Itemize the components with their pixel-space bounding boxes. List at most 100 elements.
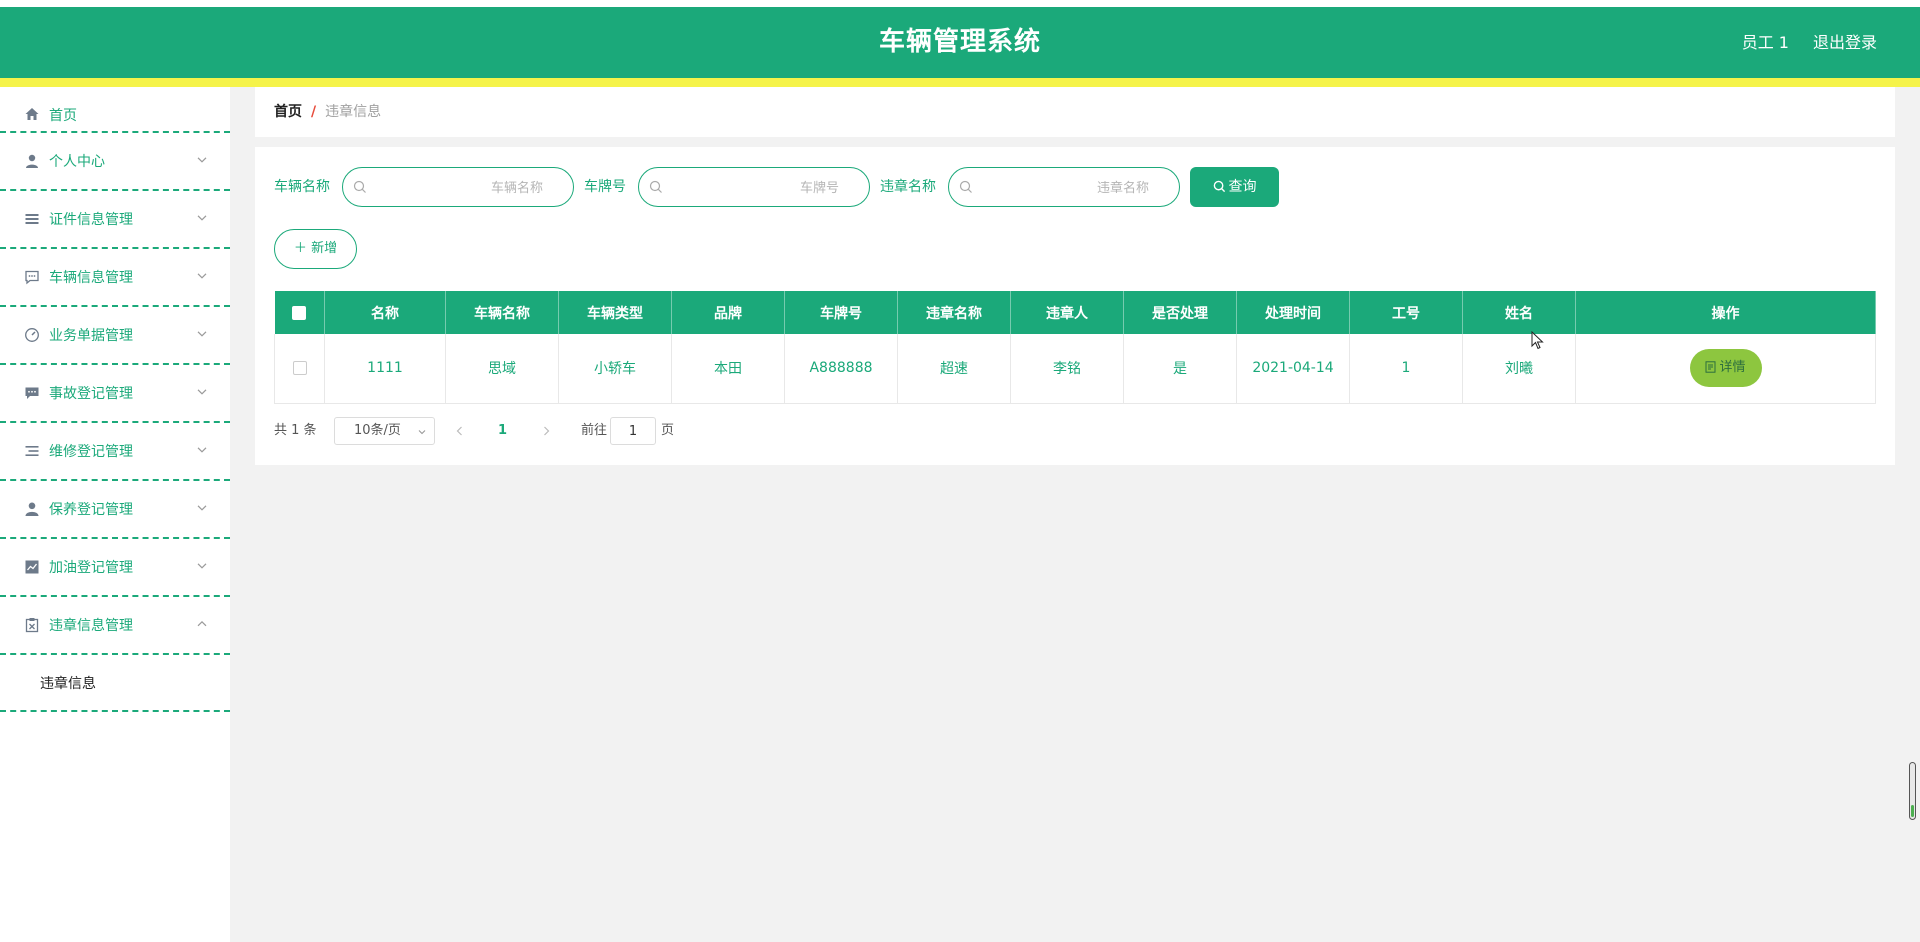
cell-job-no: 1: [1349, 334, 1463, 404]
prev-page-icon[interactable]: [454, 425, 466, 437]
select-all-checkbox[interactable]: [292, 305, 307, 320]
table-header-row: 名称 车辆名称 车辆类型 品牌 车牌号 违章名称 违章人 是否处理 处理时间 工…: [274, 291, 1876, 334]
cell-handle-time: 2021-04-14: [1236, 334, 1350, 404]
column-header: 工号: [1349, 291, 1463, 334]
user-area: 员工 1 退出登录: [1718, 7, 1877, 78]
header-stripe: [0, 78, 1920, 87]
sidebar-item-personal-center[interactable]: 个人中心: [0, 133, 230, 191]
mouse-cursor-icon: [1531, 331, 1544, 350]
column-header: 是否处理: [1123, 291, 1237, 334]
violation-table: 名称 车辆名称 车辆类型 品牌 车牌号 违章名称 违章人 是否处理 处理时间 工…: [274, 291, 1876, 404]
sidebar-item-repairs[interactable]: 维修登记管理: [0, 423, 230, 481]
column-header: 名称: [324, 291, 446, 334]
violation-name-input[interactable]: [981, 176, 1149, 200]
chevron-down-icon: [418, 430, 426, 435]
search-icon: [959, 180, 972, 193]
select-all-cell: [274, 291, 325, 334]
sidebar-item-accidents[interactable]: 事故登记管理: [0, 365, 230, 423]
column-header: 姓名: [1462, 291, 1576, 334]
breadcrumb: 首页 / 违章信息: [274, 87, 381, 137]
chart-icon: [25, 560, 39, 574]
sidebar-item-vehicles[interactable]: 车辆信息管理: [0, 249, 230, 307]
chat-icon: [25, 270, 39, 285]
sidebar-subitem-label: 违章信息: [40, 675, 96, 692]
sidebar: 首页 个人中心 证件信息管理 车辆信息管理 业务单据管理 事故登记管理 维修登记…: [0, 87, 230, 942]
breadcrumb-separator: /: [311, 104, 317, 120]
cell-person: 刘曦: [1462, 334, 1576, 404]
sidebar-item-label: 违章信息管理: [49, 618, 133, 634]
breadcrumb-bar: 首页 / 违章信息: [255, 87, 1895, 137]
app-title: 车辆管理系统: [878, 27, 1041, 57]
sidebar-item-label: 加油登记管理: [49, 560, 133, 576]
chevron-down-icon: [197, 447, 207, 453]
search-icon: [1213, 180, 1225, 193]
sidebar-item-certificates[interactable]: 证件信息管理: [0, 191, 230, 249]
scrollbar[interactable]: [1909, 762, 1916, 820]
page-number-current[interactable]: 1: [498, 417, 507, 445]
vehicle-name-field[interactable]: [342, 167, 574, 207]
top-header: 车辆管理系统 员工 1 退出登录: [0, 7, 1920, 78]
top-margin: [0, 0, 1920, 7]
main-content: 车辆名称 车牌号 违章名称 查询 ＋ 新增: [255, 147, 1895, 465]
sidebar-item-label: 业务单据管理: [49, 328, 133, 344]
sidebar-item-label: 个人中心: [49, 154, 105, 170]
sidebar-item-home[interactable]: 首页: [0, 87, 230, 133]
next-page-icon[interactable]: [540, 425, 552, 437]
column-header: 车辆名称: [445, 291, 559, 334]
query-button-label: 查询: [1228, 179, 1257, 195]
cell-vehicle-name: 思域: [445, 334, 559, 404]
query-button[interactable]: 查询: [1190, 167, 1279, 207]
current-user: 员工 1: [1741, 33, 1789, 52]
page-size-select[interactable]: 10条/页: [334, 417, 435, 445]
chevron-down-icon: [197, 331, 207, 337]
add-button-label: 新增: [311, 241, 338, 256]
logout-link[interactable]: 退出登录: [1813, 33, 1877, 52]
breadcrumb-home[interactable]: 首页: [274, 104, 302, 120]
search-icon: [649, 180, 662, 193]
cell-violation: 超速: [897, 334, 1011, 404]
list-icon: [25, 446, 39, 456]
plate-field[interactable]: [638, 167, 870, 207]
sidebar-item-label: 首页: [49, 108, 77, 124]
column-header: 违章人: [1010, 291, 1124, 334]
chevron-down-icon: [197, 389, 207, 395]
sidebar-item-label: 证件信息管理: [49, 212, 133, 228]
page-size-value: 10条/页: [354, 423, 401, 438]
column-header: 操作: [1575, 291, 1876, 334]
sidebar-item-violations[interactable]: 违章信息管理: [0, 597, 230, 655]
sidebar-item-label: 保养登记管理: [49, 502, 133, 518]
column-header: 车牌号: [784, 291, 898, 334]
person-icon: [25, 502, 39, 516]
cell-handled: 是: [1123, 334, 1237, 404]
chevron-down-icon: [197, 157, 207, 163]
cell-name: 1111: [324, 334, 446, 404]
search-icon: [353, 180, 366, 193]
detail-button[interactable]: 详情: [1689, 349, 1762, 388]
document-icon: [1705, 361, 1716, 373]
cell-vehicle-type: 小轿车: [558, 334, 672, 404]
sidebar-item-label: 维修登记管理: [49, 444, 133, 460]
vehicle-name-input[interactable]: [375, 176, 543, 200]
row-select-cell: [274, 334, 325, 404]
row-checkbox[interactable]: [292, 361, 307, 376]
sidebar-item-business-docs[interactable]: 业务单据管理: [0, 307, 230, 365]
message-icon: [25, 387, 39, 399]
chevron-down-icon: [197, 563, 207, 569]
goto-label: 前往: [581, 423, 608, 438]
column-header: 品牌: [671, 291, 785, 334]
goto-page-input[interactable]: [610, 417, 656, 445]
pagination-total: 共 1 条: [274, 423, 317, 438]
column-header: 违章名称: [897, 291, 1011, 334]
sidebar-item-label: 车辆信息管理: [49, 270, 133, 286]
table-row: 1111 思域 小轿车 本田 A888888 超速 李铭 是 2021-04-1…: [274, 334, 1876, 404]
page-unit-label: 页: [661, 423, 675, 438]
violation-name-field[interactable]: [948, 167, 1180, 207]
add-button[interactable]: ＋ 新增: [274, 229, 357, 269]
menu-icon: [25, 214, 39, 224]
sidebar-item-maintenance[interactable]: 保养登记管理: [0, 481, 230, 539]
plus-icon: ＋: [293, 241, 307, 256]
plate-input[interactable]: [671, 176, 839, 200]
sidebar-item-refueling[interactable]: 加油登记管理: [0, 539, 230, 597]
breadcrumb-current: 违章信息: [325, 104, 382, 120]
sidebar-subitem-violation-info[interactable]: 违章信息: [0, 655, 230, 712]
